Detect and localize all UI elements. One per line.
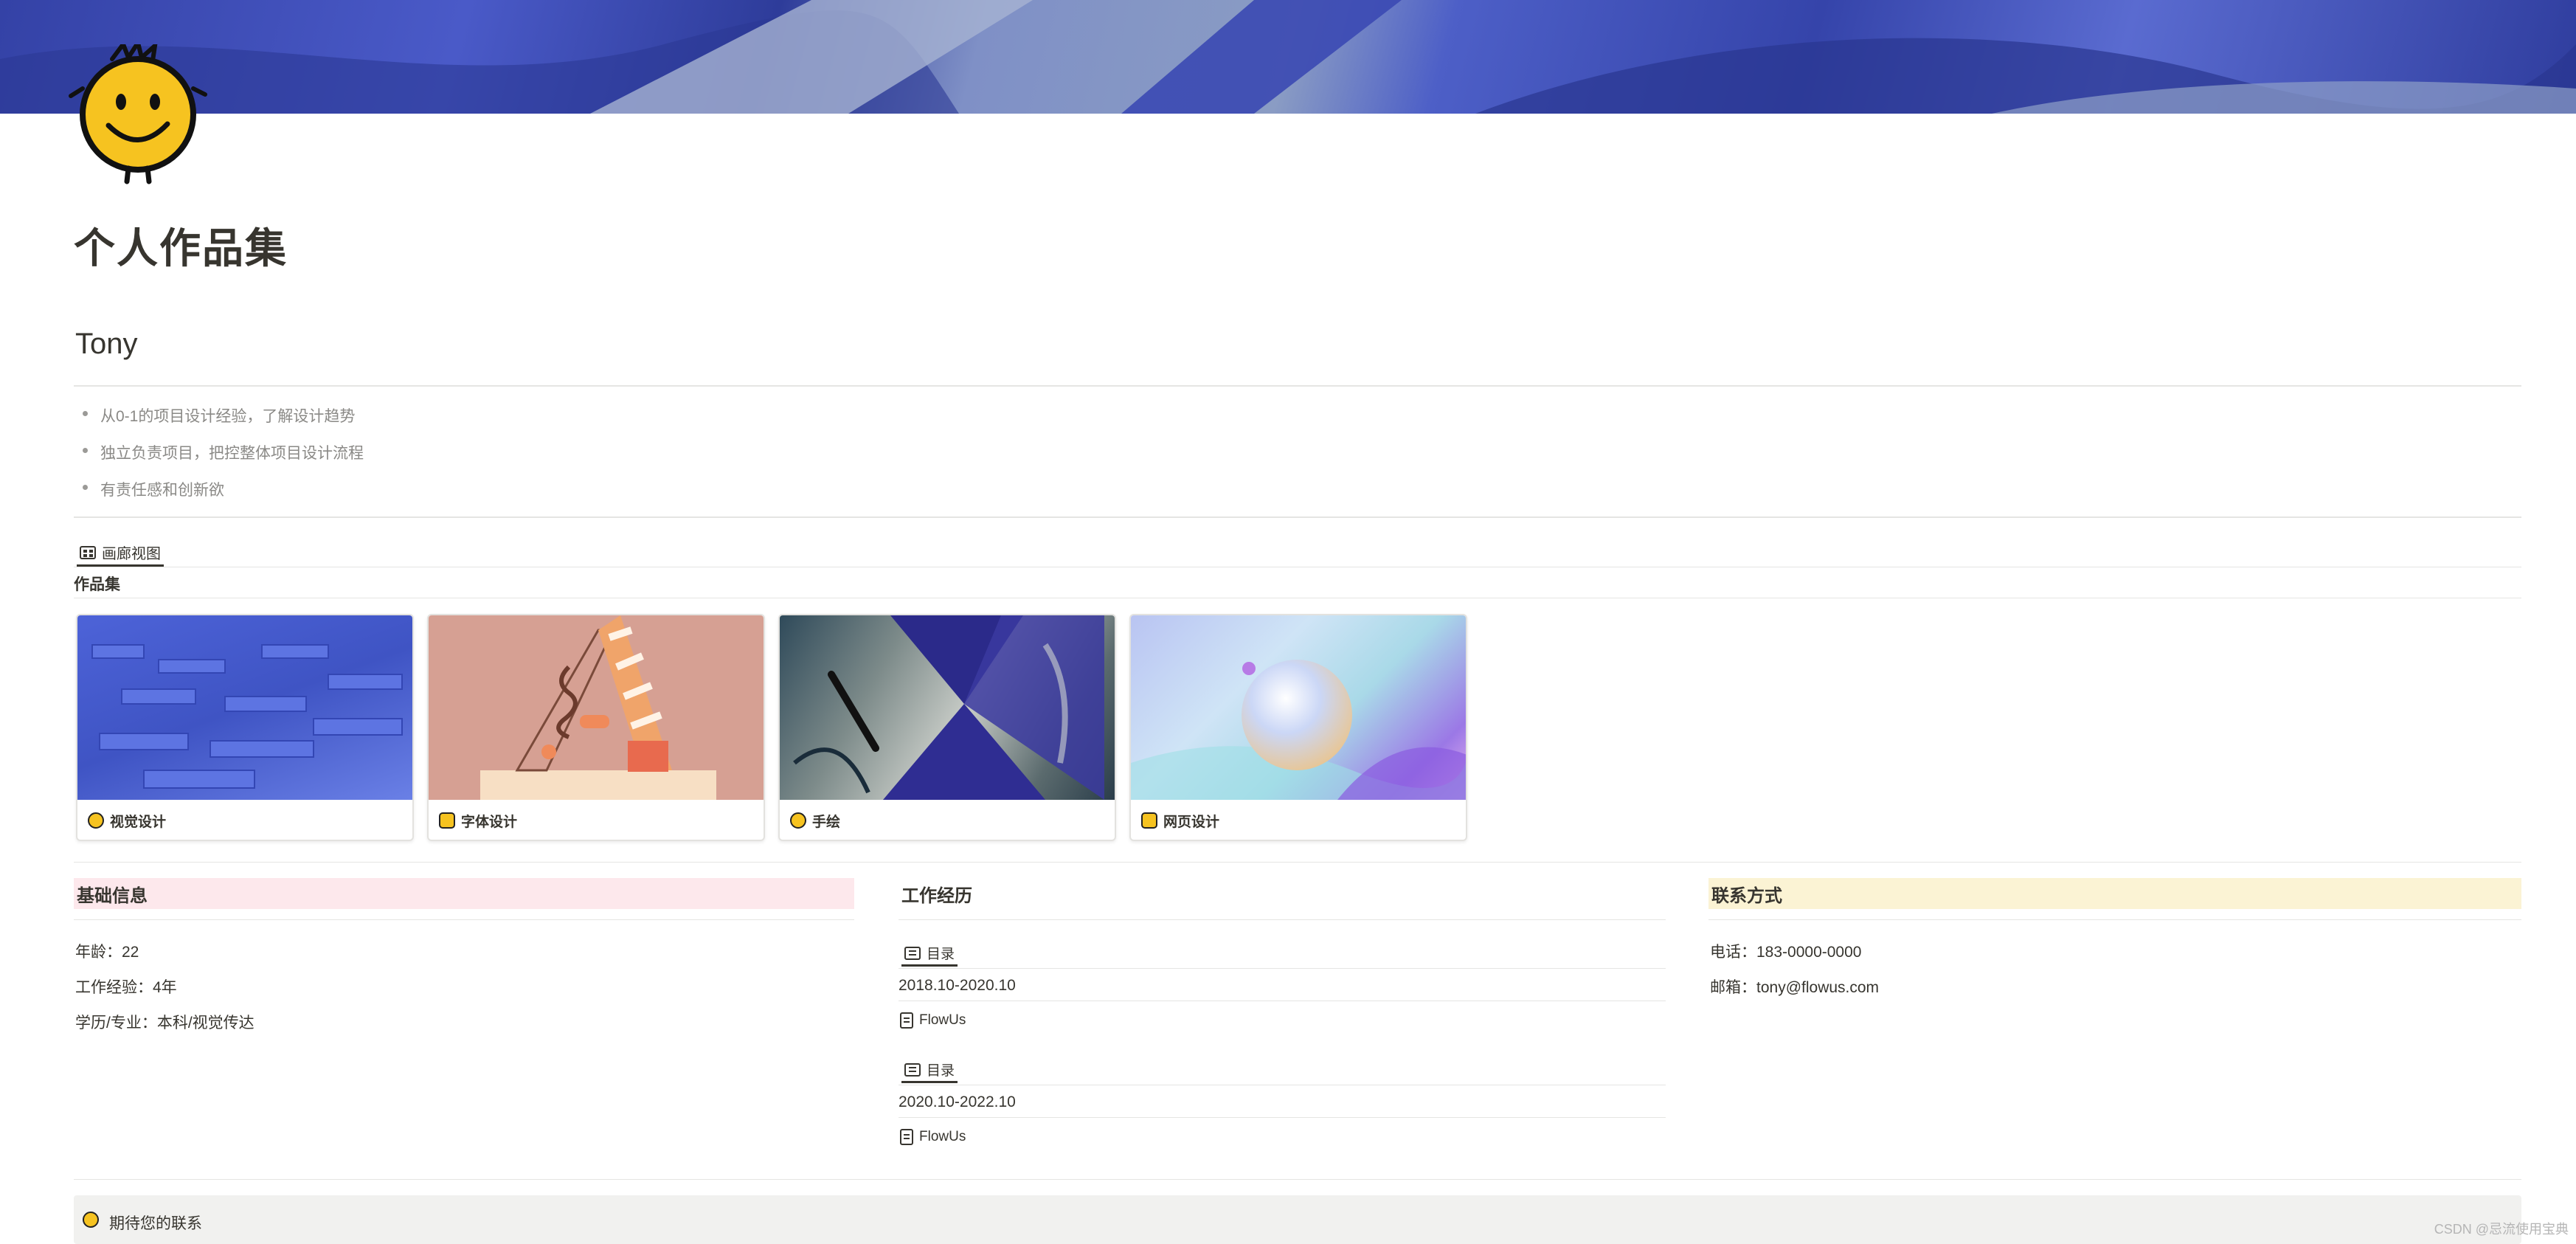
- work-entry-tab-label: 目录: [927, 947, 955, 962]
- page-icon: [900, 1012, 913, 1029]
- page-title[interactable]: 个人作品集: [74, 215, 288, 275]
- work-entry-company[interactable]: FlowUs: [900, 1129, 966, 1145]
- gallery-title[interactable]: 作品集: [74, 573, 120, 595]
- contact-heading[interactable]: 联系方式: [1708, 878, 2521, 909]
- note-icon: [1141, 812, 1157, 829]
- divider: [74, 385, 2521, 387]
- callout-block[interactable]: 期待您的联系: [74, 1195, 2521, 1244]
- divider: [74, 919, 854, 920]
- basic-info-line[interactable]: 年龄：22: [75, 940, 139, 962]
- work-entry-company-label: FlowUs: [919, 1012, 966, 1028]
- card-title: 视觉设计: [110, 814, 167, 830]
- palette-icon: [790, 812, 806, 829]
- smile-emoji-icon: [83, 1212, 99, 1228]
- list-icon: [904, 946, 921, 960]
- gallery-card-hand-drawing[interactable]: 手绘: [778, 614, 1116, 841]
- divider: [74, 516, 2521, 518]
- card-title: 字体设计: [461, 814, 518, 830]
- basic-info-line[interactable]: 学历/专业：本科/视觉传达: [75, 1011, 255, 1033]
- basic-info-line[interactable]: 工作经验：4年: [75, 975, 177, 998]
- page-icon-smiley[interactable]: [68, 37, 208, 184]
- bullet-item[interactable]: 独立负责项目，把控整体项目设计流程: [83, 441, 364, 463]
- gallery-grid-icon: [80, 545, 96, 559]
- contact-line[interactable]: 邮箱：tony@flowus.com: [1710, 975, 1879, 998]
- card-cover-blue-blocks: [77, 615, 412, 800]
- bullet-item[interactable]: 从0-1的项目设计经验，了解设计趋势: [82, 404, 355, 426]
- divider: [899, 968, 1666, 969]
- card-cover-abstract-painting: [780, 615, 1115, 800]
- work-entry-period[interactable]: 2020.10-2022.10: [899, 1093, 1016, 1111]
- work-entry-tab[interactable]: 目录: [901, 941, 958, 967]
- work-entry-tab[interactable]: 目录: [901, 1058, 958, 1083]
- divider: [74, 862, 2521, 863]
- card-cover-letter-a: [429, 615, 764, 800]
- work-entry-company-label: FlowUs: [919, 1129, 966, 1144]
- contact-line[interactable]: 电话：183-0000-0000: [1710, 940, 1861, 962]
- card-cover-gradient-sphere: [1131, 615, 1466, 800]
- emoji-icon: [88, 812, 104, 829]
- card-title: 手绘: [812, 814, 841, 830]
- divider: [899, 1117, 1666, 1118]
- list-icon: [904, 1062, 921, 1077]
- note-icon: [439, 812, 455, 829]
- work-entry-period[interactable]: 2018.10-2020.10: [899, 977, 1016, 995]
- gallery-card-web-design[interactable]: 网页设计: [1129, 614, 1467, 841]
- callout-text: 期待您的联系: [109, 1215, 202, 1232]
- divider: [74, 1179, 2521, 1180]
- gallery-card-visual-design[interactable]: 视觉设计: [76, 614, 414, 841]
- gallery-view-tab[interactable]: 画廊视图: [77, 540, 164, 567]
- bullet-item[interactable]: 有责任感和创新欲: [83, 478, 224, 500]
- gallery-card-typography[interactable]: 字体设计: [427, 614, 765, 841]
- work-entry-company[interactable]: FlowUs: [900, 1012, 966, 1029]
- page-icon: [900, 1129, 913, 1145]
- cover-image[interactable]: [0, 0, 2576, 114]
- basic-info-heading[interactable]: 基础信息: [74, 878, 854, 909]
- watermark: CSDN @忌流使用宝典: [2434, 1222, 2569, 1237]
- gallery-view-tab-label: 画廊视图: [102, 546, 161, 562]
- profile-name-heading[interactable]: Tony: [75, 328, 138, 361]
- notion-page: 个人作品集 Tony 从0-1的项目设计经验，了解设计趋势 独立负责项目，把控整…: [0, 0, 2576, 1244]
- work-history-heading[interactable]: 工作经历: [899, 878, 1666, 909]
- work-entry-tab-label: 目录: [927, 1063, 955, 1079]
- divider: [899, 919, 1666, 920]
- divider: [1708, 919, 2521, 920]
- card-title: 网页设计: [1163, 814, 1220, 830]
